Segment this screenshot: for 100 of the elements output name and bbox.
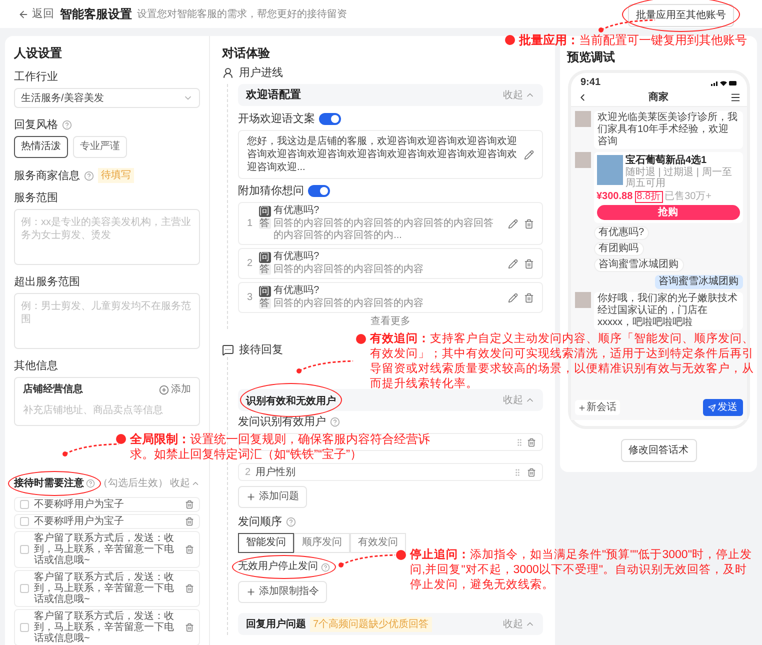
product-name: 宝石葡萄新品4选1 (626, 155, 708, 166)
item-number: 2 (245, 466, 251, 480)
page-title: 智能客服设置 (60, 6, 132, 23)
edit-answer-button[interactable]: 修改回答话术 (620, 439, 696, 462)
scope-field[interactable]: 例：xx是专业的美容美发机构，主营业务为女士剪发、烫发 (14, 209, 200, 265)
faq-answer: 回答的内容回答的内容回答的内容 (274, 264, 425, 276)
note-text: 客户留了联系方式后，发送：收到，马上联系，辛苦留意一下电话或信息哦~ (34, 611, 175, 644)
help-icon (330, 417, 340, 427)
toggle-switch[interactable] (319, 113, 341, 125)
industry-select[interactable]: 生活服务/美容美发 (14, 88, 200, 108)
page-subtitle: 设置您对智能客服的需求，帮您更好的接待留资 (137, 8, 347, 22)
delete-icon[interactable] (185, 545, 194, 554)
drag-handle-icon[interactable] (515, 438, 524, 446)
product-tags: 随时退 | 过期退 | 周一至周五可用 (626, 167, 740, 189)
status-icons-drawing (710, 80, 736, 86)
plus-icon (246, 587, 256, 597)
warning-badge: 7个高频问题缺少优质回答 (310, 616, 432, 632)
toggle-switch[interactable] (308, 185, 330, 197)
answer-tag: 答 (258, 218, 271, 229)
card-description: 补充店铺地址、商品卖点等信息 (23, 405, 163, 416)
field-label: 服务范围 (14, 191, 58, 205)
edit-icon[interactable] (524, 150, 534, 160)
note-text: 客户留了联系方式后，发送：收到，马上联系，辛苦留意一下电话或信息哦~ (34, 572, 175, 605)
help-icon (321, 562, 330, 572)
notes-hint: （勾选后生效） (98, 476, 168, 491)
field-label: 工作行业 (14, 70, 58, 84)
field-label: 附加猜你想问 (238, 184, 304, 198)
delete-icon[interactable] (185, 623, 194, 632)
checkbox[interactable] (20, 517, 29, 526)
question-tag: 问 (258, 286, 271, 296)
item-number: 1 (247, 217, 253, 231)
callout-text: 停止追问：添加指令，如当满足条件"预算""低于3000"时，停止发问,并回复"对不起，3000以下不受理"。自动识别无效回答，及时停止发问，避免无效线索。 (410, 548, 753, 593)
order-tab[interactable]: 顺序发问 (294, 533, 350, 553)
edit-icon[interactable] (508, 292, 518, 302)
avatar-placeholder (574, 292, 590, 308)
status-time: 9:41 (580, 77, 601, 89)
suggestion-chip[interactable]: 有团购吗 (594, 242, 644, 256)
checkbox[interactable] (20, 584, 29, 593)
question-tag: 问 (258, 252, 271, 262)
question-tag: 问 (258, 206, 271, 216)
card-title: 欢迎语配置 (246, 88, 301, 103)
photo-placeholder (596, 155, 622, 185)
subsection-title: 用户进线 (239, 66, 283, 80)
help-icon (84, 170, 94, 180)
checkbox[interactable] (20, 545, 29, 554)
checkbox[interactable] (20, 500, 29, 509)
send-icon (708, 404, 716, 412)
status-badge: 待填写 (98, 168, 134, 183)
checkbox[interactable] (20, 623, 29, 632)
batch-apply-button[interactable]: 批量应用至其他账号 (628, 4, 734, 26)
view-more-link[interactable]: 查看更多 (370, 315, 410, 329)
add-question-button[interactable]: 添加问题 (238, 486, 307, 508)
help-icon (86, 479, 95, 488)
delete-icon[interactable] (185, 584, 194, 593)
menu-icon[interactable] (730, 92, 740, 103)
order-tab[interactable]: 有效发问 (350, 533, 406, 553)
suggestion-chip[interactable]: 咨询蜜雪冰城团购 (594, 258, 684, 272)
user-icon (222, 67, 234, 79)
style-option[interactable]: 热情活泼 (14, 136, 68, 158)
buy-button[interactable]: 抢购 (596, 205, 740, 220)
avatar-placeholder (574, 111, 590, 127)
add-button[interactable]: 添加 (159, 382, 191, 397)
leader-line (62, 441, 122, 457)
delete-icon[interactable] (524, 292, 534, 302)
notes-title: 接待时需要注意 (14, 476, 84, 491)
edit-icon[interactable] (508, 218, 518, 228)
delete-icon[interactable] (185, 500, 194, 509)
plus-icon (246, 492, 256, 502)
callout-text: 有效追问：支持客户自定义主动发问内容、顺序「智能发问、顺序发问、有效发问」；其中有效发问可实现线索清洗，适用于达到特定条件后再引导留资或对线索质量要求较高的场景，以便精准识别有效与无效客户，从而提升线索转化率。 (370, 332, 755, 392)
field-label: 回复风格 (14, 118, 58, 132)
field-label: 发问识别有效用户 (238, 415, 326, 429)
question-text: 用户性别 (256, 466, 297, 480)
suggestion-chip[interactable]: 有优惠吗? (594, 226, 650, 240)
field-label: 超出服务范围 (14, 275, 80, 289)
bot-message: 欢迎光临美莱医美诊疗诊所，我们家具有10年手术经验，欢迎咨询 (594, 111, 742, 149)
callout-text: 全局限制：设置统一回复规则，确保客服内容符合经营诉求。如禁止回复特定词汇（如“铁铁”“宝子”） (130, 432, 431, 462)
delete-icon[interactable] (524, 218, 534, 228)
section-title: 人设设置 (14, 46, 63, 60)
add-rule-button[interactable]: 添加限制指令 (238, 581, 327, 603)
section-title: 对话体验 (222, 46, 271, 60)
style-option[interactable]: 专业严谨 (73, 136, 127, 158)
callout-text: 批量应用：当前配置可一键复用到其他账号 (519, 33, 747, 48)
note-text: 不要称呼用户为宝子 (34, 516, 125, 527)
send-button[interactable]: 发送 (702, 399, 742, 416)
delete-icon[interactable] (524, 258, 534, 268)
welcome-text: 您好，我这边是店铺的客服，欢迎咨询欢迎咨询欢迎咨询欢迎咨询欢迎咨询欢迎咨询欢迎咨询欢迎咨询欢迎咨询欢迎咨询欢迎咨询欢迎... (247, 135, 518, 174)
delete-icon[interactable] (185, 517, 194, 526)
delete-icon[interactable] (527, 468, 536, 476)
field-label: 无效用户停止发问 (238, 560, 318, 574)
delete-icon[interactable] (527, 438, 536, 446)
back-arrow-icon (18, 8, 29, 20)
back-link[interactable]: 返回 (18, 6, 54, 22)
new-chat-button[interactable]: 新会话 (574, 400, 620, 415)
chevron-up-icon (191, 479, 200, 488)
edit-icon[interactable] (508, 258, 518, 268)
order-tab[interactable]: 智能发问 (238, 533, 294, 553)
bot-message: 你好哦，我们家的光子嫩肤技术经过国家认证的，门店在xxxxx，吧啦吧啦吧啦 (594, 292, 742, 330)
out-of-scope-field[interactable]: 例：男士剪发、儿童剪发均不在服务范围 (14, 293, 200, 349)
chat-icon (222, 344, 234, 356)
drag-handle-icon[interactable] (513, 468, 522, 476)
